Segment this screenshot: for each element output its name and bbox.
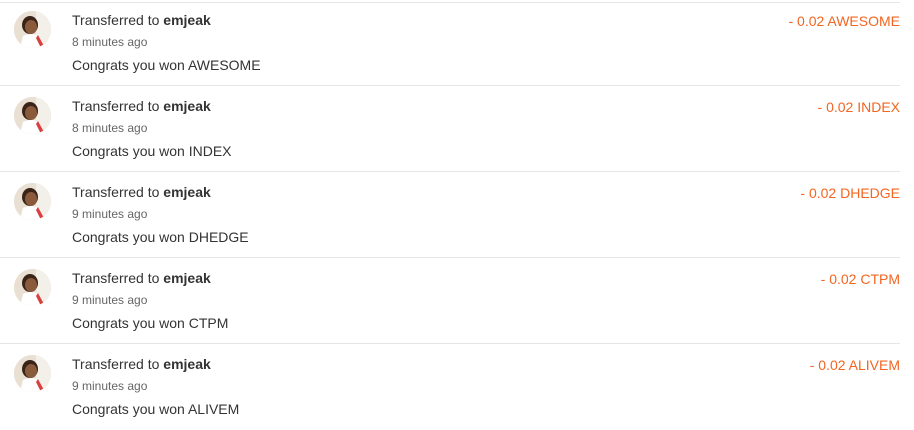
recipient-username[interactable]: emjeak <box>163 98 210 114</box>
transfer-action-label: Transferred to <box>72 184 164 200</box>
transfer-memo: Congrats you won AWESOME <box>72 57 261 73</box>
transfer-memo: Congrats you won ALIVEM <box>72 401 240 417</box>
transfer-memo: Congrats you won INDEX <box>72 143 232 159</box>
user-avatar-icon[interactable] <box>14 11 51 48</box>
recipient-username[interactable]: emjeak <box>163 270 210 286</box>
recipient-username[interactable]: emjeak <box>163 12 210 28</box>
user-avatar-icon[interactable] <box>14 183 51 220</box>
transfer-memo: Congrats you won DHEDGE <box>72 229 249 245</box>
transfer-action-label: Transferred to <box>72 356 164 372</box>
transfer-title: Transferred to emjeak <box>72 12 211 28</box>
recipient-username[interactable]: emjeak <box>163 184 210 200</box>
transfer-amount: - 0.02 AWESOME <box>788 13 900 29</box>
transfer-amount: - 0.02 INDEX <box>817 99 900 115</box>
transaction-row: Transferred to emjeak 9 minutes ago Cong… <box>0 172 900 258</box>
user-avatar-icon[interactable] <box>14 355 51 392</box>
transfer-memo: Congrats you won CTPM <box>72 315 229 331</box>
user-avatar-icon[interactable] <box>14 269 51 306</box>
timestamp: 9 minutes ago <box>72 293 148 307</box>
transfer-title: Transferred to emjeak <box>72 356 211 372</box>
transaction-row: Transferred to emjeak 8 minutes ago Cong… <box>0 86 900 172</box>
timestamp: 8 minutes ago <box>72 35 148 49</box>
transfer-action-label: Transferred to <box>72 12 164 28</box>
transfer-amount: - 0.02 DHEDGE <box>800 185 900 201</box>
transaction-row: Transferred to emjeak 8 minutes ago Cong… <box>0 0 900 86</box>
transfer-title: Transferred to emjeak <box>72 98 211 114</box>
transfer-title: Transferred to emjeak <box>72 184 211 200</box>
transaction-row: Transferred to emjeak 9 minutes ago Cong… <box>0 344 900 430</box>
recipient-username[interactable]: emjeak <box>163 356 210 372</box>
transfer-amount: - 0.02 ALIVEM <box>809 357 900 373</box>
transfer-action-label: Transferred to <box>72 270 164 286</box>
transfer-action-label: Transferred to <box>72 98 164 114</box>
transaction-list: Transferred to emjeak 8 minutes ago Cong… <box>0 0 914 430</box>
transfer-title: Transferred to emjeak <box>72 270 211 286</box>
user-avatar-icon[interactable] <box>14 97 51 134</box>
timestamp: 9 minutes ago <box>72 379 148 393</box>
timestamp: 9 minutes ago <box>72 207 148 221</box>
transfer-amount: - 0.02 CTPM <box>820 271 900 287</box>
timestamp: 8 minutes ago <box>72 121 148 135</box>
transaction-row: Transferred to emjeak 9 minutes ago Cong… <box>0 258 900 344</box>
